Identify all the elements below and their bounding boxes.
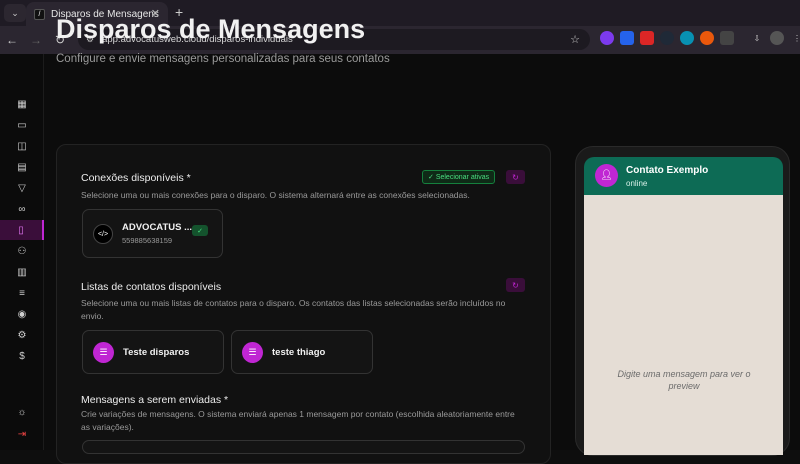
sidebar-list-icon[interactable]: ≡ [0, 283, 44, 303]
extension-icon[interactable] [620, 31, 634, 45]
contact-lists-description: Selecione uma ou mais listas de contatos… [81, 298, 506, 321]
refresh-lists-button[interactable]: ↻ [506, 278, 525, 292]
browser-menu-icon[interactable]: ⋮ [790, 31, 800, 45]
contact-list-card[interactable]: ☰ Teste disparos [82, 330, 224, 374]
connections-title: Conexões disponíveis * [81, 172, 191, 184]
connection-name: ADVOCATUS ... [122, 222, 193, 233]
contact-list-card[interactable]: ☰ teste thiago [231, 330, 373, 374]
sidebar-logout-icon[interactable]: ⇥ [0, 424, 44, 444]
sidebar-disparos-icon[interactable]: ▯ [0, 220, 44, 240]
sidebar-link-icon[interactable]: ∞ [0, 199, 44, 219]
extensions-row: ⇩ ⋮ [600, 31, 800, 45]
page-subtitle: Configure e envie mensagens personalizad… [56, 53, 390, 65]
sidebar: ▦ ▭ ◫ ▤ ▽ ∞ ▯ ⚇ ▥ ≡ ◉ ⚙ $ ☼ ⇥ [0, 54, 44, 450]
extension-icon[interactable] [600, 31, 614, 45]
contact-list-label: teste thiago [272, 346, 326, 358]
select-active-label: Selecionar ativas [435, 173, 490, 181]
extensions-puzzle-icon[interactable] [720, 31, 734, 45]
preview-chat-body [584, 195, 783, 455]
tab-search-icon[interactable]: ⌄ [4, 4, 26, 22]
sidebar-file-icon[interactable]: ▥ [0, 262, 44, 282]
profile-avatar-icon[interactable] [770, 31, 784, 45]
connection-selected-check-icon: ✓ [192, 225, 208, 236]
messages-title: Mensagens a serem enviadas * [81, 394, 229, 406]
sidebar-users-icon[interactable]: ⚇ [0, 241, 44, 261]
downloads-icon[interactable]: ⇩ [750, 31, 764, 45]
back-icon[interactable]: ← [0, 33, 24, 47]
extension-icon[interactable] [640, 31, 654, 45]
contact-list-label: Teste disparos [123, 346, 190, 358]
sidebar-billing-icon[interactable]: $ [0, 346, 44, 366]
contact-lists-title: Listas de contatos disponíveis [81, 281, 222, 293]
connection-card[interactable]: </> ADVOCATUS ... 559885638159 ✓ [82, 209, 223, 258]
list-icon: ☰ [93, 341, 114, 363]
sidebar-settings-icon[interactable]: ⚙ [0, 325, 44, 345]
page-title: Disparos de Mensagens [56, 14, 366, 44]
forward-icon[interactable]: → [24, 33, 48, 47]
check-icon: ✓ [428, 174, 436, 181]
contact-avatar-icon: 👤︎ [595, 164, 618, 187]
extension-icon[interactable] [660, 31, 674, 45]
sidebar-document-icon[interactable]: ▤ [0, 157, 44, 177]
preview-contact-status: online [626, 179, 648, 188]
connection-number: 559885638159 [122, 236, 173, 245]
bookmark-star-icon[interactable]: ☆ [570, 33, 580, 46]
list-icon: ☰ [242, 341, 263, 363]
select-active-button[interactable]: ✓ Selecionar ativas [422, 170, 496, 184]
extension-icon[interactable] [680, 31, 694, 45]
messages-description: Crie variações de mensagens. O sistema e… [81, 409, 515, 432]
message-input[interactable] [82, 440, 525, 454]
connection-logo-icon: </> [93, 224, 113, 244]
sidebar-theme-icon[interactable]: ☼ [0, 402, 44, 422]
sidebar-bot-icon[interactable]: ◫ [0, 136, 44, 156]
preview-contact-name: Contato Exemplo [626, 165, 709, 176]
connections-description: Selecione uma ou mais conexões para o di… [81, 190, 470, 200]
sidebar-support-icon[interactable]: ◉ [0, 304, 44, 324]
site-favicon-icon: / [34, 8, 45, 20]
preview-placeholder: Digite uma mensagem para ver o preview [617, 369, 751, 391]
sidebar-dashboard-icon[interactable]: ▦ [0, 94, 44, 114]
sidebar-filter-icon[interactable]: ▽ [0, 178, 44, 198]
refresh-connections-button[interactable]: ↻ [506, 170, 525, 184]
extension-icon[interactable] [700, 31, 714, 45]
sidebar-chat-icon[interactable]: ▭ [0, 115, 44, 135]
